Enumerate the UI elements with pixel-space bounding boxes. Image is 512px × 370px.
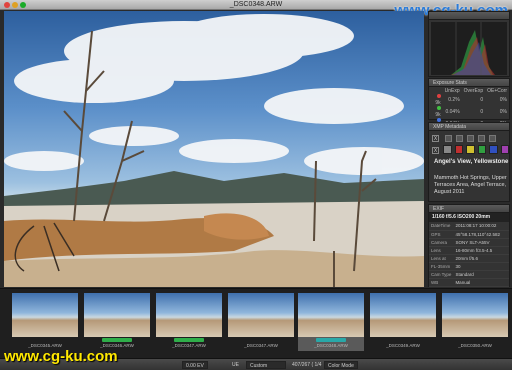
cell-oecorr: 0% (499, 109, 507, 115)
thumbnail[interactable]: _DSC0346.ARW (84, 293, 150, 351)
exif-value: 20mm f/5.6 (453, 254, 509, 263)
col-header (429, 87, 443, 94)
col-header-oecorr: OE+Corr (487, 87, 507, 94)
reject-button[interactable]: X (432, 135, 439, 142)
thumbnail-filename: _DSC0350.ARW (458, 343, 492, 348)
red-channel-icon (436, 94, 441, 98)
thumbnail-image (298, 293, 364, 337)
table-row: Cam Type Standard (429, 270, 509, 279)
rating-2-button[interactable] (456, 135, 463, 142)
color-label-purple[interactable] (500, 145, 509, 154)
thumbnail[interactable]: _DSC0349.ARW (370, 293, 436, 351)
exif-header: EXIF (429, 205, 509, 213)
exif-value: 2011:08:17 10:00:02 (453, 222, 509, 231)
cell-unexp: 0.2% (448, 97, 460, 103)
color-label-row (429, 142, 509, 154)
exif-summary: 1/160 f/5.6 ISO200 20mm (429, 213, 509, 222)
exif-key: WB (429, 278, 454, 287)
thumbnail-filename: _DSC0348.ARW (314, 343, 348, 348)
exif-key: Lens (429, 246, 454, 255)
table-row: Camera SONY SLT-A55V (429, 238, 509, 247)
exif-key: FL-35mm (429, 262, 454, 271)
exif-value: 45°58.178,110°42.582 (453, 230, 509, 239)
color-label-gray[interactable] (443, 145, 452, 154)
metadata-headline[interactable]: Angel's View, Yellowstone (434, 159, 508, 165)
histogram-panel (428, 11, 510, 77)
color-tag (102, 338, 132, 342)
color-label-green[interactable] (477, 145, 486, 154)
table-row: DateTime 2011:08:17 10:00:02 (429, 222, 509, 231)
image-viewer[interactable] (4, 11, 424, 287)
exif-value: Standard (453, 270, 509, 279)
exif-key: Cam Type (429, 270, 454, 279)
table-row: GPS 45°58.178,110°42.582 (429, 230, 509, 239)
rating-1-button[interactable] (445, 135, 452, 142)
thumbnail-filename: _DSC0347.ARW (172, 343, 206, 348)
rating-3-button[interactable] (467, 135, 474, 142)
table-row: 9k 0.04% 0 0% (429, 106, 509, 118)
histogram-header (429, 12, 509, 20)
xmp-metadata-panel: XMP Metadata X X Angel's View, Yellowsto… (428, 122, 510, 202)
exif-value: 16-80mm f/3.5-4.5 (453, 246, 509, 255)
exif-key: GPS (429, 230, 454, 239)
xmp-metadata-header: XMP Metadata (429, 123, 509, 131)
table-row: Lens 16-80mm f/3.5-4.5 (429, 246, 509, 255)
ue-toggle[interactable]: UE (232, 361, 239, 369)
thumbnail-filename: _DSC0347.ARW (244, 343, 278, 348)
color-tag (174, 338, 204, 342)
rating-row (429, 131, 509, 142)
color-label-blue[interactable] (489, 145, 498, 154)
exif-key: Lens at (429, 254, 454, 263)
thumbnail-image (84, 293, 150, 337)
thumbnail-image (442, 293, 508, 337)
col-header-unexp: UnExp (444, 87, 460, 94)
color-label-yellow[interactable] (466, 145, 475, 154)
position-readout: 407/267 ( 1/4 (292, 362, 322, 368)
thumbnail-image (12, 293, 78, 337)
table-row: WB Manual (429, 278, 509, 287)
clear-label-button[interactable]: X (432, 147, 439, 154)
rating-5-button[interactable] (489, 135, 496, 142)
thumbnail-image (228, 293, 294, 337)
col-header-overexp: OverExp (463, 87, 484, 94)
exif-table: DateTime 2011:08:17 10:00:02 GPS 45°58.178… (429, 222, 509, 287)
exif-value: 30 (453, 262, 509, 271)
green-channel-icon (436, 106, 441, 110)
exif-value: Manual (453, 278, 509, 287)
rating-4-button[interactable] (478, 135, 485, 142)
cell-oecorr: 0% (499, 97, 507, 103)
table-row: Lens at 20mm f/5.6 (429, 254, 509, 263)
landscape-photo (4, 14, 424, 287)
exposure-stats-header: Exposure Stats (429, 79, 509, 87)
thumbnail-image (370, 293, 436, 337)
thumbnail[interactable]: _DSC0347.ARW (228, 293, 294, 351)
color-mode-select[interactable]: Color Mode (324, 361, 358, 369)
exif-key: Camera (429, 238, 454, 247)
thumbnail-filename: _DSC0349.ARW (386, 343, 420, 348)
thumbnail[interactable]: _DSC0345.ARW (12, 293, 78, 351)
cell-overexp: 0 (480, 109, 484, 115)
profile-select[interactable]: Custom (246, 361, 286, 369)
color-tag (316, 338, 346, 342)
thumbnail-selected[interactable]: _DSC0348.ARW (298, 293, 364, 351)
table-row: FL-35mm 30 (429, 262, 509, 271)
exposure-field[interactable]: 0.00 EV (182, 361, 208, 369)
color-label-red[interactable] (454, 145, 463, 154)
histogram-graph (431, 22, 507, 75)
exif-key: DateTime (429, 222, 454, 231)
thumbnail[interactable]: _DSC0347.ARW (156, 293, 222, 351)
exif-panel: EXIF 1/160 f/5.6 ISO200 20mm DateTime 201… (428, 204, 510, 287)
thumbnail[interactable]: _DSC0350.ARW (442, 293, 508, 351)
table-row: 9k 0.2% 0 0% (429, 94, 509, 106)
metadata-description[interactable]: Mammoth Hot Springs, Upper Terraces Area… (434, 175, 508, 196)
exposure-stats-panel: Exposure Stats UnExp OverExp OE+Corr 9k … (428, 78, 510, 130)
cell-unexp: 0.04% (445, 109, 460, 115)
exif-value: SONY SLT-A55V (453, 238, 509, 247)
cell-overexp: 0 (480, 97, 484, 103)
thumbnail-image (156, 293, 222, 337)
watermark-bottom: www.cg-ku.com (4, 348, 118, 365)
